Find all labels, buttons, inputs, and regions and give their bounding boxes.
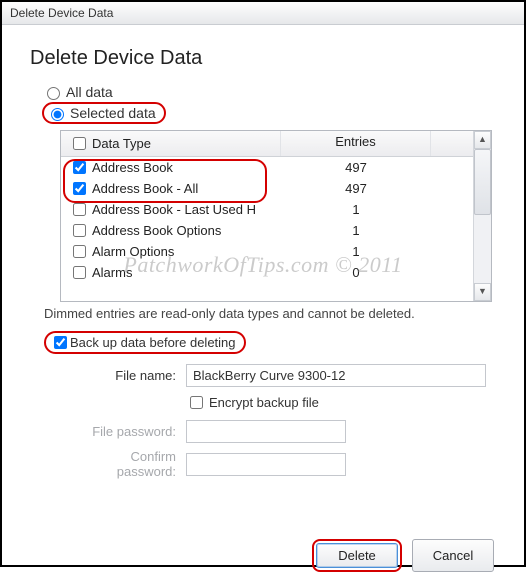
file-name-label: File name:	[76, 368, 186, 383]
file-password-input	[186, 420, 346, 443]
scope-selected-data-radio[interactable]: Selected data	[46, 105, 156, 121]
confirm-password-label: Confirm password:	[76, 449, 186, 479]
table-row[interactable]: Alarm Options 1	[61, 241, 473, 262]
row-checkbox[interactable]	[73, 161, 86, 174]
col-header-entries[interactable]: Entries	[281, 131, 431, 156]
file-password-row: File password:	[76, 420, 500, 443]
encrypt-checkbox-input[interactable]	[190, 396, 203, 409]
scope-all-data-radio[interactable]: All data	[42, 84, 500, 100]
highlight-selected-data: Selected data	[42, 102, 166, 124]
row-entries: 0	[281, 264, 431, 281]
delete-button[interactable]: Delete	[316, 543, 398, 568]
scope-all-radio-input[interactable]	[47, 87, 60, 100]
backup-before-delete-checkbox[interactable]: Back up data before deleting	[50, 333, 236, 352]
table-row[interactable]: Alarms 0	[61, 262, 473, 283]
table-header: Data Type Entries	[61, 131, 473, 157]
scope-all-label: All data	[66, 84, 113, 100]
scroll-up-button[interactable]: ▲	[474, 131, 491, 149]
table-scrollbar[interactable]: ▲ ▼	[473, 131, 491, 301]
row-entries: 1	[281, 201, 431, 218]
row-label: Address Book - All	[92, 181, 198, 196]
backup-checkbox-label: Back up data before deleting	[70, 335, 236, 350]
row-entries: 497	[281, 180, 431, 197]
row-checkbox[interactable]	[73, 224, 86, 237]
table-row[interactable]: Address Book Options 1	[61, 220, 473, 241]
readonly-note: Dimmed entries are read-only data types …	[44, 306, 492, 321]
cancel-button[interactable]: Cancel	[412, 539, 494, 572]
row-entries: 1	[281, 243, 431, 260]
scroll-thumb[interactable]	[474, 149, 491, 215]
row-label: Address Book Options	[92, 223, 221, 238]
table-row[interactable]: Address Book 497	[61, 157, 473, 178]
row-label: Address Book - Last Used H	[92, 202, 256, 217]
row-label: Alarms	[92, 265, 132, 280]
highlight-backup-checkbox: Back up data before deleting	[44, 331, 246, 354]
file-password-label: File password:	[76, 424, 186, 439]
highlight-delete-button: Delete	[312, 539, 402, 572]
file-name-row: File name:	[76, 364, 500, 387]
scroll-down-button[interactable]: ▼	[474, 283, 491, 301]
scope-selected-radio-input[interactable]	[51, 108, 64, 121]
row-checkbox[interactable]	[73, 245, 86, 258]
table-row[interactable]: Address Book - Last Used H 1	[61, 199, 473, 220]
confirm-password-row: Confirm password:	[76, 449, 500, 479]
dialog-content: Delete Device Data All data Selected dat…	[2, 25, 524, 588]
encrypt-checkbox-label: Encrypt backup file	[209, 395, 319, 410]
row-label: Alarm Options	[92, 244, 174, 259]
table-row[interactable]: Address Book - All 497	[61, 178, 473, 199]
dialog-buttons: Delete Cancel	[26, 539, 500, 572]
row-label: Address Book	[92, 160, 173, 175]
row-entries: 497	[281, 159, 431, 176]
row-checkbox[interactable]	[73, 203, 86, 216]
row-checkbox[interactable]	[73, 182, 86, 195]
scroll-track[interactable]	[474, 215, 491, 283]
confirm-password-input	[186, 453, 346, 476]
scope-selected-label: Selected data	[70, 105, 156, 121]
encrypt-backup-checkbox[interactable]: Encrypt backup file	[186, 393, 319, 412]
window-titlebar: Delete Device Data	[2, 2, 524, 25]
col-header-extra	[431, 131, 473, 156]
row-entries: 1	[281, 222, 431, 239]
col-header-data-type[interactable]: Data Type	[61, 131, 281, 156]
row-checkbox[interactable]	[73, 266, 86, 279]
data-types-table: Data Type Entries Address Book497Address…	[60, 130, 492, 302]
file-name-input[interactable]	[186, 364, 486, 387]
select-all-checkbox[interactable]	[73, 137, 86, 150]
page-title: Delete Device Data	[30, 47, 500, 70]
window-title: Delete Device Data	[10, 6, 113, 20]
backup-checkbox-input[interactable]	[54, 336, 67, 349]
